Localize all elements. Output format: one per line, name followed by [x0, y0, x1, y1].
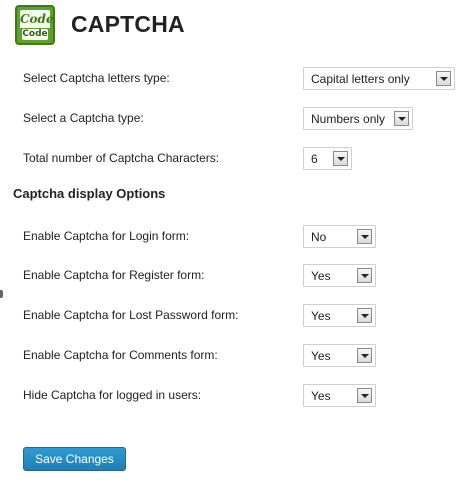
lost-password-value: Yes [311, 309, 331, 323]
logo-bottom-text: Code [22, 29, 48, 40]
comments-label: Enable Captcha for Comments form: [23, 348, 218, 362]
chevron-down-icon[interactable] [357, 268, 372, 283]
chevron-down-icon[interactable] [357, 308, 372, 323]
letters-type-value: Capital letters only [311, 72, 410, 86]
row-hide-logged-in: Hide Captcha for logged in users: Yes [0, 383, 475, 409]
row-lost-password: Enable Captcha for Lost Password form: Y… [0, 303, 475, 329]
row-login: Enable Captcha for Login form: No [0, 224, 475, 250]
save-changes-button[interactable]: Save Changes [23, 447, 126, 471]
comments-value: Yes [311, 349, 331, 363]
chevron-down-icon[interactable] [394, 111, 409, 126]
comments-select[interactable]: Yes [303, 344, 376, 367]
register-select[interactable]: Yes [303, 264, 376, 287]
row-letters-type: Select Captcha letters type: Capital let… [0, 66, 475, 92]
register-value: Yes [311, 269, 331, 283]
login-label: Enable Captcha for Login form: [23, 229, 190, 243]
page-title: CAPTCHA [71, 11, 185, 37]
chevron-down-icon[interactable] [436, 71, 451, 86]
logo-top-text: Code [20, 10, 54, 28]
captcha-type-label: Select a Captcha type: [23, 111, 144, 125]
chevron-down-icon[interactable] [357, 348, 372, 363]
captcha-settings-page: Code Code CAPTCHA Select Captcha letters… [0, 0, 475, 498]
row-total-chars: Total number of Captcha Characters: 6 [0, 146, 475, 172]
row-register: Enable Captcha for Register form: Yes [0, 263, 475, 289]
lost-password-select[interactable]: Yes [303, 304, 376, 327]
chevron-down-icon[interactable] [357, 388, 372, 403]
hide-logged-in-select[interactable]: Yes [303, 384, 376, 407]
hide-logged-in-label: Hide Captcha for logged in users: [23, 388, 202, 402]
total-chars-select[interactable]: 6 [303, 147, 352, 170]
letters-type-label: Select Captcha letters type: [23, 71, 170, 85]
login-select[interactable]: No [303, 225, 376, 248]
total-chars-label: Total number of Captcha Characters: [23, 151, 220, 165]
captcha-type-select[interactable]: Numbers only [303, 107, 413, 130]
register-label: Enable Captcha for Register form: [23, 268, 205, 282]
display-options-title: Captcha display Options [13, 186, 166, 201]
lost-password-label: Enable Captcha for Lost Password form: [23, 308, 239, 322]
total-chars-value: 6 [311, 152, 318, 166]
edge-marker [0, 290, 3, 298]
row-comments: Enable Captcha for Comments form: Yes [0, 343, 475, 369]
hide-logged-in-value: Yes [311, 389, 331, 403]
login-value: No [311, 230, 327, 244]
captcha-type-value: Numbers only [311, 112, 386, 126]
letters-type-select[interactable]: Capital letters only [303, 67, 455, 90]
row-captcha-type: Select a Captcha type: Numbers only [0, 106, 475, 132]
chevron-down-icon[interactable] [357, 229, 372, 244]
captcha-logo-icon: Code Code [15, 5, 55, 45]
chevron-down-icon[interactable] [333, 151, 348, 166]
